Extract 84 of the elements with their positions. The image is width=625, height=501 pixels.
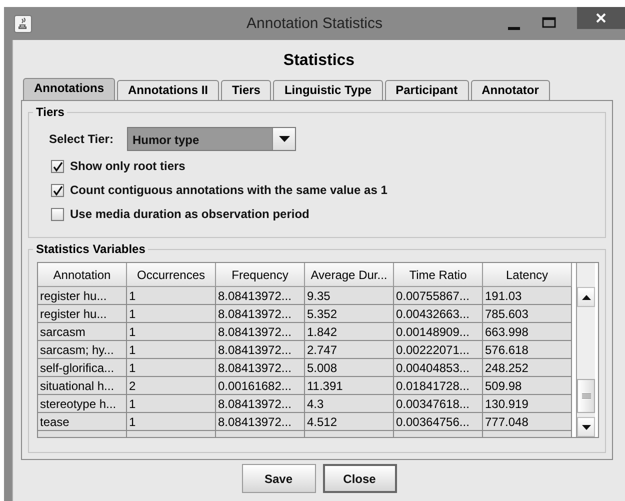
table-cell: 0.01841728... (394, 377, 483, 395)
table-cell: situational h... (38, 377, 127, 395)
table-cell: 0.00404853... (394, 359, 483, 377)
group-title: Tiers (35, 105, 66, 119)
caret-icon (278, 136, 290, 142)
tab[interactable]: Tiers (221, 80, 272, 100)
table-cell: 1 (127, 305, 216, 323)
table-cell: 0.00364756... (394, 413, 483, 431)
scroll-thumb[interactable] (577, 379, 595, 413)
table-cell: 0.00755867... (394, 287, 483, 305)
table-cell: 8.08413972... (216, 305, 305, 323)
column-header[interactable]: Frequency (216, 263, 305, 287)
table-cell: register hu... (38, 305, 127, 323)
table-cell: 8.08413972... (216, 395, 305, 413)
close-icon (596, 13, 606, 23)
table-cell: 777.048 (483, 413, 572, 431)
minimize-icon[interactable] (508, 27, 520, 31)
table-cell: 2.747 (305, 341, 394, 359)
dialog-button[interactable]: Close (322, 464, 396, 493)
table-cell: 1.842 (305, 323, 394, 341)
table-cell: 1 (127, 359, 216, 377)
cup-icon (14, 14, 32, 32)
table-cell: 9.35 (305, 287, 394, 305)
table-cell: tease (38, 413, 127, 431)
column-header[interactable]: Average Dur... (305, 263, 394, 287)
dialog-button[interactable]: Save (242, 464, 316, 493)
checkbox-label: Show only root tiers (70, 159, 186, 173)
table-cell: stereotype h... (38, 395, 127, 413)
tab[interactable]: Linguistic Type (273, 80, 383, 100)
table-cell: 1 (127, 341, 216, 359)
table-cell: 1 (127, 413, 216, 431)
table-cell: 8.08413972... (216, 359, 305, 377)
vertical-scrollbar[interactable] (576, 263, 595, 437)
scroll-down-icon[interactable] (582, 424, 590, 430)
table-cell: 4.512 (305, 413, 394, 431)
table-cell: 4.3 (305, 395, 394, 413)
table-cell: 1 (127, 323, 216, 341)
table-cell: 5.352 (305, 305, 394, 323)
checkbox[interactable] (51, 208, 64, 220)
scroll-up-icon[interactable] (582, 294, 590, 300)
table-cell: 191.03 (483, 287, 572, 305)
table-cell: 0.00432663... (394, 305, 483, 323)
table-cell: 0.00161682... (216, 377, 305, 395)
table-cell: sarcasm (38, 323, 127, 341)
table-cell: 0.00222071... (394, 341, 483, 359)
tab[interactable]: Annotations (23, 78, 115, 100)
close-button[interactable] (577, 7, 625, 29)
table-cell: sarcasm; hy... (38, 341, 127, 359)
table-cell: 11.391 (305, 377, 394, 395)
column-header[interactable]: Annotation (38, 263, 127, 287)
table-cell: 8.08413972... (216, 323, 305, 341)
tab[interactable]: Participant (384, 80, 469, 100)
table-cell: 663.998 (483, 323, 572, 341)
column-header[interactable]: Time Ratio (394, 263, 483, 287)
table-cell: 2 (127, 377, 216, 395)
table-cell: 1 (127, 287, 216, 305)
window-title: Annotation Statistics (246, 15, 382, 32)
table-cell: register hu... (38, 287, 127, 305)
table-cell: 8.08413972... (216, 413, 305, 431)
table-cell: 8.08413972... (216, 287, 305, 305)
table-cell: 576.618 (483, 341, 572, 359)
column-header[interactable]: Occurrences (127, 263, 216, 287)
maximize-icon[interactable] (542, 17, 556, 28)
table-cell: 509.98 (483, 377, 572, 395)
tab[interactable]: Annotator (470, 80, 550, 100)
tier-dropdown[interactable]: Humor type (127, 127, 296, 151)
table-cell: self-glorifica... (38, 359, 127, 377)
checkbox[interactable] (51, 184, 64, 196)
checkbox[interactable] (51, 160, 64, 172)
column-header[interactable]: Latency (483, 263, 572, 287)
table-cell: 130.919 (483, 395, 572, 413)
tab[interactable]: Annotations II (117, 80, 219, 100)
table-cell: 5.008 (305, 359, 394, 377)
table-cell: 8.08413972... (216, 341, 305, 359)
group-title: Statistics Variables (35, 242, 146, 256)
table-cell: 785.603 (483, 305, 572, 323)
checkbox-label: Count contiguous annotations with the same value as 1 (70, 183, 388, 197)
select-label: Select Tier: (49, 132, 114, 146)
dialog-heading: Statistics (282, 52, 356, 70)
table-cell: 0.00148909... (394, 323, 483, 341)
checkbox-label: Use media duration as observation period (70, 207, 310, 221)
table-cell: 0.00347618... (394, 395, 483, 413)
table-cell: 248.252 (483, 359, 572, 377)
table-cell: 1 (127, 395, 216, 413)
